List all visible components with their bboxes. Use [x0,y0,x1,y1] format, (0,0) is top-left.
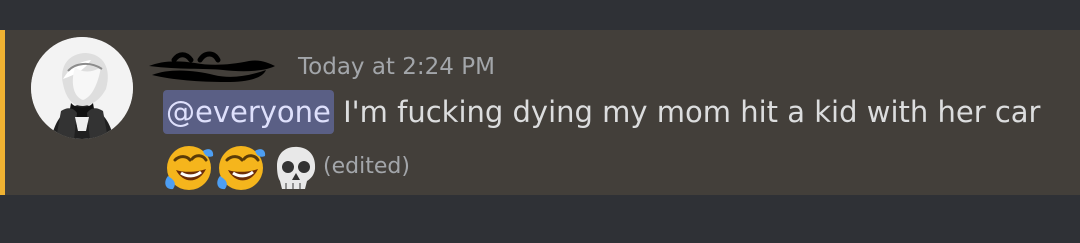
rofl-emoji [217,146,266,190]
rofl-emoji [165,146,214,190]
mentioned-message[interactable]: Today at 2:24 PM @everyone I'm fucking d… [0,30,1080,195]
message-timestamp[interactable]: Today at 2:24 PM [298,54,495,80]
message-text: I'm fucking dying my mom hit a kid with … [333,95,1041,129]
avatar[interactable] [31,37,133,139]
redacted-username[interactable] [148,48,278,84]
mention-highlight-bar [0,30,5,195]
skull-emoji [277,146,316,189]
message-content: @everyone I'm fucking dying my mom hit a… [163,90,1040,134]
everyone-mention[interactable]: @everyone [163,90,334,134]
edited-label: (edited) [323,154,410,179]
chat-view: Today at 2:24 PM @everyone I'm fucking d… [0,0,1080,243]
